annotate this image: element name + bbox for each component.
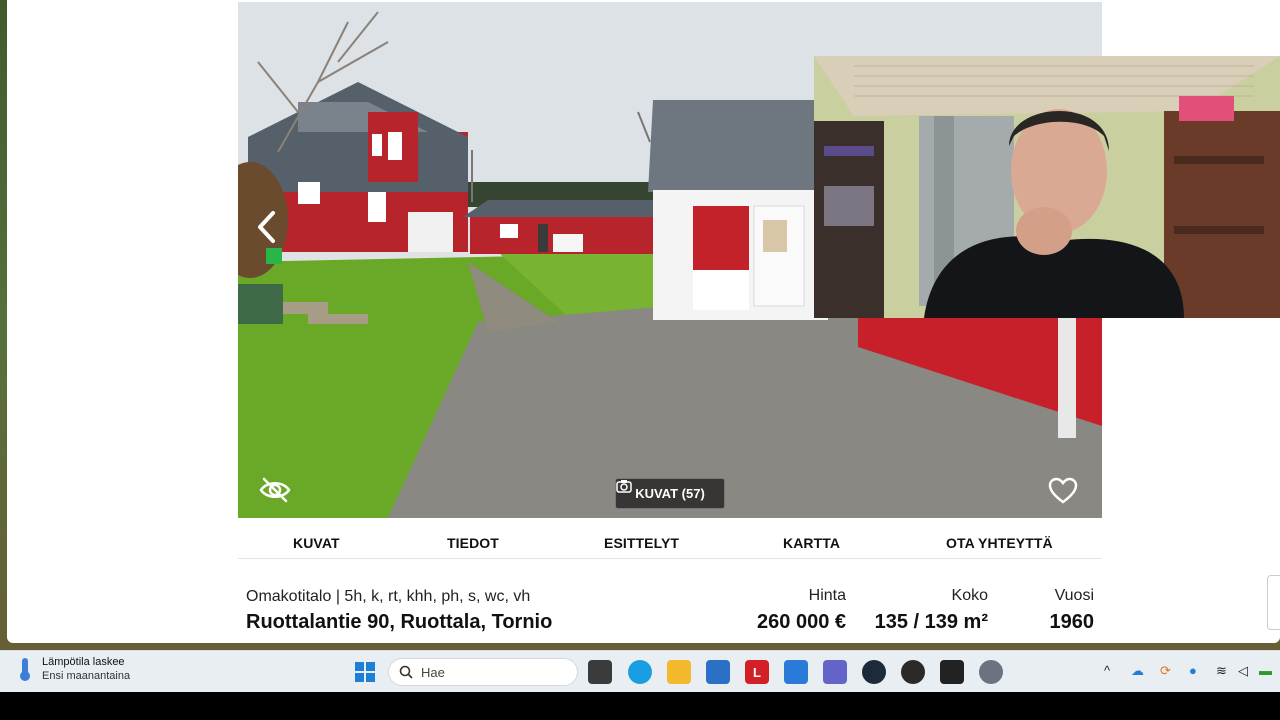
epic-games-icon[interactable] — [940, 660, 964, 684]
size-value: 135 / 139 m² — [874, 611, 988, 633]
photo-gallery-label: KUVAT (57) — [635, 486, 705, 501]
year-fact: Vuosi 1960 — [1017, 587, 1095, 634]
favorite-button[interactable] — [1048, 477, 1082, 507]
listing-tabs: KUVAT TIEDOT ESITTELYT KARTTA OTA YHTEYT… — [238, 528, 1102, 559]
listing-address: Ruottalantie 90, Ruottala, Tornio — [246, 611, 553, 633]
folder-icon[interactable] — [667, 660, 691, 684]
tab-esittelyt[interactable]: ESITTELYT — [604, 535, 679, 551]
eye-slash-icon — [259, 477, 291, 503]
lastpass-icon[interactable]: L — [745, 660, 769, 684]
volume-icon[interactable]: ◁ — [1238, 663, 1248, 679]
thermometer-icon — [20, 658, 30, 681]
windows-start-icon[interactable] — [353, 660, 377, 684]
tab-kartta[interactable]: KARTTA — [783, 535, 840, 551]
hide-listing-button[interactable] — [258, 476, 294, 506]
tab-kuvat[interactable]: KUVAT — [293, 535, 340, 551]
chevron-left-icon — [258, 211, 275, 243]
wifi-icon[interactable]: ≋ — [1216, 663, 1227, 679]
store-icon[interactable] — [706, 660, 730, 684]
weather-subtitle: Ensi maanantaina — [42, 670, 131, 682]
search-placeholder: Hae — [421, 664, 445, 680]
app-icon[interactable] — [901, 660, 925, 684]
microphone-icon[interactable]: ● — [1189, 663, 1197, 678]
chevron-up-icon[interactable]: ^ — [1104, 663, 1110, 678]
previous-photo-button[interactable] — [256, 210, 284, 250]
weather-widget[interactable]: Lämpötila laskee Ensi maanantaina — [16, 656, 130, 682]
camera-icon — [616, 480, 632, 493]
listing-type: Omakotitalo | 5h, k, rt, khh, ph, s, wc,… — [246, 588, 531, 605]
search-icon — [399, 665, 413, 679]
webcam-image — [814, 56, 1280, 318]
screen-bottom-bar — [0, 692, 1280, 720]
weather-text: Lämpötila laskee Ensi maanantaina — [42, 656, 130, 682]
photo-gallery-button[interactable]: KUVAT (57) — [615, 478, 725, 509]
teams-icon[interactable] — [823, 660, 847, 684]
task-view-icon[interactable] — [588, 660, 612, 684]
price-value: 260 000 € — [757, 611, 846, 633]
steam-icon[interactable] — [862, 660, 886, 684]
tab-ota-yhteytta[interactable]: OTA YHTEYTTÄ — [946, 535, 1053, 551]
webcam-overlay — [814, 56, 1280, 318]
taskbar: Lämpötila laskee Ensi maanantaina Hae L — [0, 650, 1280, 692]
year-label: Vuosi — [1054, 587, 1094, 604]
battery-icon[interactable]: ▬ — [1259, 663, 1272, 678]
cloud-icon[interactable]: ☁ — [1131, 663, 1144, 679]
weather-title: Lämpötila laskee — [42, 656, 125, 668]
price-fact: Hinta 260 000 € — [746, 587, 846, 634]
mail-icon[interactable] — [784, 660, 808, 684]
heart-icon — [1048, 477, 1078, 504]
edge-browser-icon[interactable] — [628, 660, 652, 684]
taskbar-search-box[interactable]: Hae — [388, 658, 578, 686]
year-value: 1960 — [1049, 611, 1095, 633]
settings-icon[interactable] — [979, 660, 1003, 684]
sync-icon[interactable]: ⟳ — [1160, 663, 1171, 679]
size-label: Koko — [951, 587, 988, 604]
price-label: Hinta — [808, 587, 846, 604]
tab-tiedot[interactable]: TIEDOT — [447, 535, 499, 551]
screen: KUVAT (57) KUVAT TIEDOT ESITTELYT KARTTA… — [0, 0, 1280, 720]
side-tab[interactable] — [1267, 575, 1280, 630]
size-fact: Koko 135 / 139 m² — [868, 587, 988, 634]
